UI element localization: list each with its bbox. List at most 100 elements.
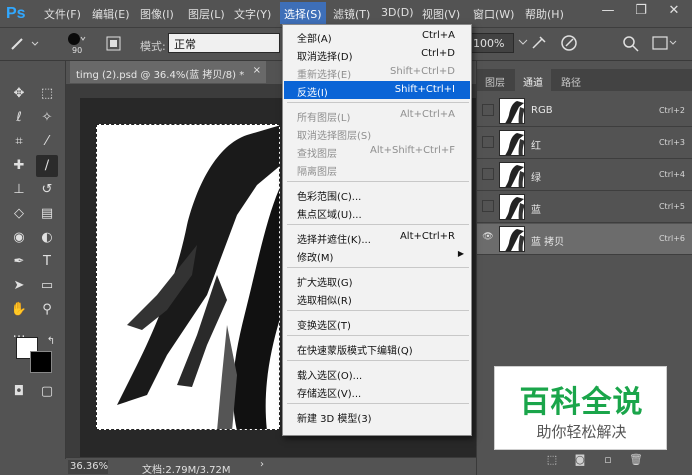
select-menu-item[interactable]: 取消选择图层(S): [284, 124, 470, 142]
select-menu-item-label: 查找图层: [297, 149, 337, 160]
visibility-eye-icon[interactable]: 👁: [482, 232, 494, 244]
channel-row[interactable]: 绿 Ctrl+4: [477, 160, 692, 191]
select-menu-item-label: 重新选择(E): [297, 70, 352, 81]
lasso-tool-icon[interactable]: ℓ: [8, 107, 30, 129]
menu-help[interactable]: 帮助(H): [525, 6, 564, 22]
move-tool-icon[interactable]: ✥: [8, 83, 30, 105]
select-menu-item[interactable]: 色彩范围(C)...: [284, 185, 470, 203]
menu-select[interactable]: 选择(S): [280, 2, 326, 24]
select-menu-item[interactable]: 反选(I) Shift+Ctrl+I: [284, 81, 470, 99]
select-menu-item-label: 修改(M): [297, 253, 334, 264]
zoom-percentage[interactable]: 36.36%: [68, 460, 108, 474]
select-menu-item[interactable]: 选取相似(R): [284, 289, 470, 307]
select-menu-item-label: 隔离图层: [297, 167, 337, 178]
document-canvas[interactable]: [96, 124, 280, 430]
hand-tool-icon[interactable]: ✋: [8, 299, 30, 321]
select-menu-item[interactable]: 变换选区(T): [284, 314, 470, 332]
visibility-eye-icon[interactable]: [482, 104, 494, 116]
select-menu-item[interactable]: 新建 3D 模型(3): [284, 407, 470, 425]
select-menu-item[interactable]: 修改(M) ▶: [284, 246, 470, 264]
delete-channel-icon[interactable]: 🗑: [629, 453, 643, 467]
mode-select[interactable]: 正常: [168, 33, 280, 53]
select-menu-item[interactable]: 焦点区域(U)...: [284, 203, 470, 221]
pressure-icon[interactable]: [560, 34, 578, 52]
brush-panel-icon[interactable]: [106, 36, 122, 52]
visibility-eye-icon[interactable]: [482, 200, 494, 212]
visibility-eye-icon[interactable]: [482, 168, 494, 180]
eyedropper-icon[interactable]: ⁄: [36, 131, 58, 153]
select-menu-item-shortcut: Alt+Shift+Ctrl+F: [370, 145, 455, 156]
channel-row[interactable]: 蓝 Ctrl+5: [477, 192, 692, 223]
document-tab[interactable]: timg (2).psd @ 36.4%(蓝 拷贝/8) * ×: [70, 61, 266, 83]
stamp-tool-icon[interactable]: ⊥: [8, 179, 30, 201]
select-menu-item[interactable]: 存储选区(V)...: [284, 382, 470, 400]
select-menu-item[interactable]: 取消选择(D) Ctrl+D: [284, 45, 470, 63]
watermark-subtitle: 助你轻松解决: [536, 423, 627, 441]
menu-window[interactable]: 窗口(W): [473, 6, 514, 22]
blur-tool-icon[interactable]: ◉: [8, 227, 30, 249]
submenu-arrow-icon: ▶: [457, 249, 464, 258]
opacity-field[interactable]: 100%: [470, 33, 514, 53]
brush-tool-icon[interactable]: [8, 36, 44, 52]
menu-layer[interactable]: 图层(L): [188, 6, 225, 22]
menu-image[interactable]: 图像(I): [140, 6, 174, 22]
swap-colors-icon[interactable]: ↰: [40, 331, 62, 353]
menu-filter[interactable]: 滤镜(T): [333, 6, 370, 22]
channel-row[interactable]: 👁 蓝 拷贝 Ctrl+6: [477, 224, 692, 255]
load-selection-icon[interactable]: ⬚: [545, 453, 559, 467]
new-channel-icon[interactable]: ▫: [601, 453, 615, 467]
background-color-swatch[interactable]: [30, 351, 52, 373]
dodge-tool-icon[interactable]: ◐: [36, 227, 58, 249]
tab-paths[interactable]: 路径: [553, 69, 589, 91]
visibility-eye-icon[interactable]: [482, 136, 494, 148]
type-tool-icon[interactable]: T: [36, 251, 58, 273]
channel-thumbnail: [499, 130, 525, 156]
select-menu-item[interactable]: 重新选择(E) Shift+Ctrl+D: [284, 63, 470, 81]
path-select-icon[interactable]: ➤: [8, 275, 30, 297]
select-menu-item-label: 新建 3D 模型(3): [297, 414, 372, 425]
gradient-tool-icon[interactable]: ▤: [36, 203, 58, 225]
workspace-icon[interactable]: [652, 35, 678, 53]
status-menu-arrow[interactable]: ›: [260, 459, 264, 470]
channel-row[interactable]: RGB Ctrl+2: [477, 96, 692, 127]
menu-file[interactable]: 文件(F): [44, 6, 81, 22]
menu-type[interactable]: 文字(Y): [234, 6, 271, 22]
select-menu-item[interactable]: 在快速蒙版模式下编辑(Q): [284, 339, 470, 357]
close-icon[interactable]: ✕: [658, 2, 690, 22]
menu-view[interactable]: 视图(V): [422, 6, 460, 22]
chevron-down-icon[interactable]: [518, 37, 528, 47]
select-menu-item[interactable]: 隔离图层: [284, 160, 470, 178]
screen-mode-icon[interactable]: ▢: [36, 381, 58, 403]
pen-tool-icon[interactable]: ✒: [8, 251, 30, 273]
select-menu-item[interactable]: 载入选区(O)...: [284, 364, 470, 382]
minimize-icon[interactable]: —: [592, 2, 624, 22]
channel-row[interactable]: 红 Ctrl+3: [477, 128, 692, 159]
quick-mask-icon[interactable]: ◘: [8, 381, 30, 403]
brush-preset-icon[interactable]: [66, 32, 88, 46]
menu-3d[interactable]: 3D(D): [381, 6, 414, 19]
eraser-tool-icon[interactable]: ◇: [8, 203, 30, 225]
magic-wand-icon[interactable]: ✧: [36, 107, 58, 129]
select-menu-item-shortcut: Ctrl+D: [421, 48, 455, 59]
select-menu-item[interactable]: 选择并遮住(K)... Alt+Ctrl+R: [284, 228, 470, 246]
select-menu-item[interactable]: 查找图层 Alt+Shift+Ctrl+F: [284, 142, 470, 160]
tab-layers[interactable]: 图层: [477, 69, 513, 91]
healing-brush-icon[interactable]: ✚: [8, 155, 30, 177]
close-tab-icon[interactable]: ×: [253, 65, 261, 76]
select-menu-item[interactable]: 全部(A) Ctrl+A: [284, 27, 470, 45]
search-icon[interactable]: [622, 35, 640, 53]
rectangle-tool-icon[interactable]: ▭: [36, 275, 58, 297]
marquee-tool-icon[interactable]: ⬚: [36, 83, 58, 105]
crop-tool-icon[interactable]: ⌗: [8, 131, 30, 153]
channel-thumbnail: [499, 162, 525, 188]
brush-tool-icon[interactable]: ∕: [36, 155, 58, 177]
history-brush-icon[interactable]: ↺: [36, 179, 58, 201]
select-menu-item[interactable]: 扩大选取(G): [284, 271, 470, 289]
select-menu-item[interactable]: 所有图层(L) Alt+Ctrl+A: [284, 106, 470, 124]
airbrush-icon[interactable]: [530, 34, 548, 52]
menu-edit[interactable]: 编辑(E): [92, 6, 130, 22]
maximize-icon[interactable]: ❐: [625, 2, 657, 22]
save-selection-icon[interactable]: ◙: [573, 453, 587, 467]
zoom-tool-icon[interactable]: ⚲: [36, 299, 58, 321]
tab-channels[interactable]: 通道: [515, 69, 551, 91]
